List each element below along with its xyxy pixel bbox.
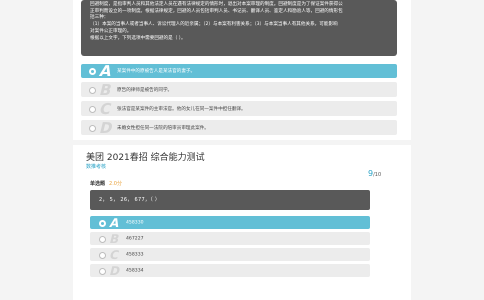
option-text: 未婚女性担任同一法院的陪审员审理此案件。 [117, 125, 209, 131]
option-letter: A [108, 215, 122, 230]
total-questions: /10 [373, 172, 382, 178]
option-letter: D [97, 118, 115, 137]
option-letter: D [108, 263, 122, 278]
option-letter: B [108, 231, 121, 246]
option-text: 458334 [126, 268, 144, 273]
q1-option-b[interactable]: B 原告的律师是被告的同学。 [81, 80, 397, 99]
question-type: 单选题 2.0分 [90, 180, 122, 187]
question-stem-box: 2， 5， 26， 677，（ ） [90, 190, 370, 210]
radio-icon[interactable] [89, 105, 96, 113]
passage-line: 回避制度，是指审判人员和其他法定人员在遇有法律规定的情形时，退出对本案审理的制度… [90, 2, 343, 7]
option-text: 458330 [126, 220, 144, 225]
option-text: 458333 [126, 252, 144, 257]
question-progress: 9/10 [368, 161, 381, 180]
passage-line: 正审判而设立的一项制度。根据法律规定，回避的人员包括审判人员、书记员、翻译人员、… [90, 8, 343, 14]
exam-tag[interactable]: 数推考核 [86, 163, 106, 170]
option-letter: C [97, 99, 114, 118]
radio-icon[interactable] [89, 68, 96, 75]
option-text: 张法官是某案件的主审法官。他的女儿在同一案件中担任翻译。 [117, 106, 246, 112]
option-letter: A [97, 62, 114, 80]
radio-icon[interactable] [89, 86, 96, 94]
option-text: 467227 [126, 236, 144, 241]
q2-option-d[interactable]: D 458334 [90, 263, 370, 278]
option-text: 某案件中的原被告人是某法官的妻子。 [117, 69, 196, 74]
radio-icon[interactable] [99, 235, 106, 243]
radio-icon[interactable] [99, 251, 106, 259]
q2-option-a[interactable]: A 458330 [90, 215, 370, 230]
q2-option-b[interactable]: B 467227 [90, 231, 370, 246]
question-type-label: 单选题 [90, 181, 106, 187]
exam-title: 美团 2021春招 综合能力测试 [86, 153, 205, 163]
question-stem: 2， 5， 26， 677，（ ） [99, 197, 161, 203]
passage-line: 对案件公正审理的。 [90, 28, 132, 34]
q1-option-d[interactable]: D 未婚女性担任同一法院的陪审员审理此案件。 [81, 118, 397, 137]
q1-option-a[interactable]: A 某案件中的原被告人是某法官的妻子。 [81, 62, 397, 80]
radio-icon[interactable] [99, 219, 106, 227]
option-letter: C [108, 247, 121, 262]
q1-option-c[interactable]: C 张法官是某案件的主审法官。他的女儿在同一案件中担任翻译。 [81, 99, 397, 118]
option-letter: B [97, 80, 114, 99]
passage-line: （1）本案的当事人或者当事人、诉讼代理人的近亲属；（2）与本案有利害关系；（3）… [90, 22, 338, 28]
question-passage: 回避制度，是指审判人员和其他法定人员在遇有法律规定的情形时，退出对本案审理的制度… [81, 0, 397, 56]
passage-line: 根据以上文字，下列选项中需要回避的是（ ）。 [90, 35, 186, 41]
radio-icon[interactable] [99, 267, 106, 275]
option-text: 原告的律师是被告的同学。 [117, 87, 173, 93]
question-score: 2.0分 [109, 181, 122, 187]
radio-icon[interactable] [89, 124, 96, 132]
q2-option-c[interactable]: C 458333 [90, 247, 370, 262]
